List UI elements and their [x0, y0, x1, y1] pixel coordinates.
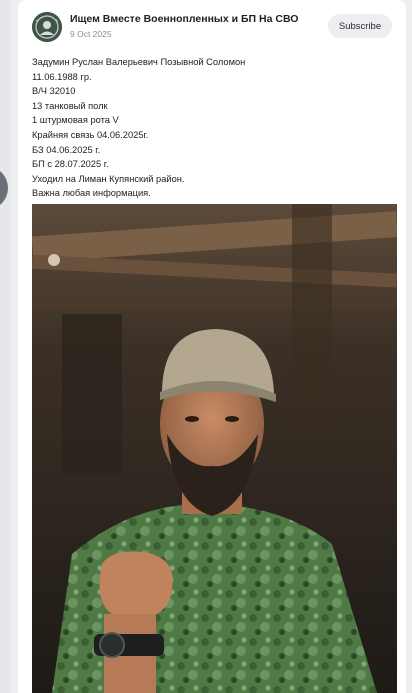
- channel-title[interactable]: Ищем Вместе Военнопленных и БП На СВО: [70, 13, 298, 25]
- post-card: Ищем Вместе Военнопленных и БП На СВО 9 …: [18, 0, 406, 693]
- post-line: БЗ 04.06.2025 г.: [32, 144, 101, 155]
- post-line: Уходил на Лиман Купянский район.: [32, 173, 185, 184]
- post-photo[interactable]: [32, 204, 397, 693]
- post-line: Крайняя связь 04.06.2025г.: [32, 129, 149, 140]
- subscribe-button[interactable]: Subscribe: [328, 14, 392, 38]
- post-header: Ищем Вместе Военнопленных и БП На СВО 9 …: [18, 0, 406, 48]
- post-line: 13 танковый полк: [32, 100, 108, 111]
- post-line: БП с 28.07.2025 г.: [32, 159, 109, 170]
- post-line: Задумин Руслан Валерьевич Позывной Солом…: [32, 57, 246, 67]
- post-line: Важна любая информация.: [32, 188, 151, 199]
- post-line: В/Ч 32010: [32, 86, 76, 97]
- post-line: 11.06.1988 гр.: [32, 71, 92, 82]
- post-text: Задумин Руслан Валерьевич Позывной Солом…: [32, 55, 245, 201]
- post-line: 1 штурмовая рота V: [32, 115, 119, 126]
- left-edge-strip: [0, 0, 10, 693]
- soldier-photo-image: [32, 204, 397, 693]
- channel-avatar-icon[interactable]: [32, 12, 62, 42]
- post-date: 9 Oct 2025: [70, 29, 112, 39]
